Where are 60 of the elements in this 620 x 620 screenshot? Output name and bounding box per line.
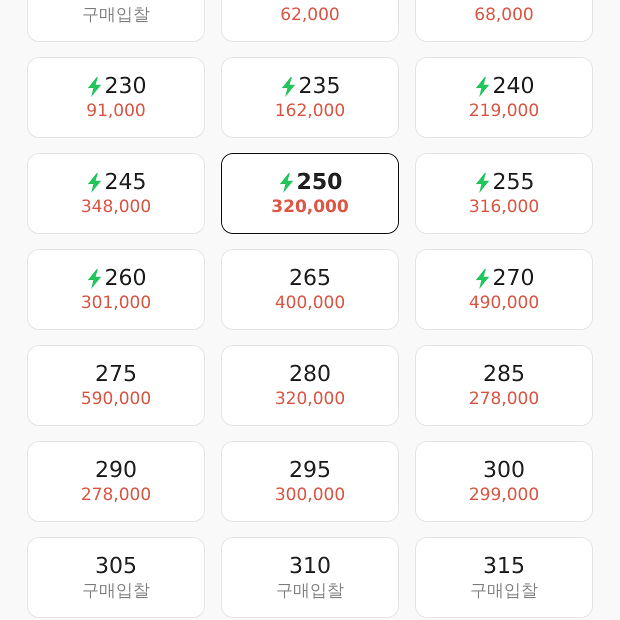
size-option[interactable]: 295 300,000 xyxy=(221,441,399,522)
size-label: 260 xyxy=(104,266,146,292)
size-option[interactable]: 255 316,000 xyxy=(415,153,593,234)
size-label: 245 xyxy=(104,170,146,196)
price-label: 278,000 xyxy=(80,486,152,506)
price-label: 68,000 xyxy=(474,6,534,26)
size-option[interactable]: 280 320,000 xyxy=(221,345,399,426)
size-option[interactable]: 285 278,000 xyxy=(415,345,593,426)
price-label: 348,000 xyxy=(80,198,152,218)
price-label: 301,000 xyxy=(80,294,152,314)
size-option[interactable]: 265 400,000 xyxy=(221,249,399,330)
bid-label: 구매입찰 xyxy=(470,582,538,602)
size-label: 230 xyxy=(104,74,146,100)
size-option[interactable]: 290 278,000 xyxy=(27,441,205,522)
size-option[interactable]: 275 590,000 xyxy=(27,345,205,426)
price-label: 590,000 xyxy=(80,390,152,410)
size-label: 235 xyxy=(298,74,340,100)
size-label: 295 xyxy=(289,458,331,484)
size-label: 300 xyxy=(483,458,525,484)
size-option[interactable]: 260 301,000 xyxy=(27,249,205,330)
size-option[interactable]: 245 348,000 xyxy=(27,153,205,234)
price-label: 320,000 xyxy=(271,198,349,218)
size-option[interactable]: 315 구매입찰 xyxy=(415,537,593,618)
size-label: 280 xyxy=(289,362,331,388)
size-label: 315 xyxy=(483,554,525,580)
price-label: 91,000 xyxy=(86,102,146,122)
size-label: 240 xyxy=(492,74,534,100)
price-label: 162,000 xyxy=(274,102,346,122)
size-option[interactable]: 270 490,000 xyxy=(415,249,593,330)
size-option[interactable]: 구매입찰 xyxy=(27,0,205,42)
size-label: 250 xyxy=(296,170,342,196)
price-label: 300,000 xyxy=(274,486,346,506)
size-option[interactable]: 250 320,000 xyxy=(221,153,399,234)
price-label: 316,000 xyxy=(468,198,540,218)
price-label: 219,000 xyxy=(468,102,540,122)
size-label: 275 xyxy=(95,362,137,388)
size-option[interactable]: 305 구매입찰 xyxy=(27,537,205,618)
size-label: 270 xyxy=(492,266,534,292)
size-label: 305 xyxy=(95,554,137,580)
price-label: 400,000 xyxy=(274,294,346,314)
size-option[interactable]: 235 162,000 xyxy=(221,57,399,138)
size-label: 290 xyxy=(95,458,137,484)
size-option[interactable]: 62,000 xyxy=(221,0,399,42)
bid-label: 구매입찰 xyxy=(276,582,344,602)
price-label: 320,000 xyxy=(274,390,346,410)
size-option[interactable]: 68,000 xyxy=(415,0,593,42)
size-label: 285 xyxy=(483,362,525,388)
size-option[interactable]: 230 91,000 xyxy=(27,57,205,138)
price-label: 490,000 xyxy=(468,294,540,314)
price-label: 299,000 xyxy=(468,486,540,506)
size-label: 265 xyxy=(289,266,331,292)
bid-label: 구매입찰 xyxy=(82,582,150,602)
price-label: 62,000 xyxy=(280,6,340,26)
size-option[interactable]: 310 구매입찰 xyxy=(221,537,399,618)
size-option[interactable]: 240 219,000 xyxy=(415,57,593,138)
size-option[interactable]: 300 299,000 xyxy=(415,441,593,522)
bid-label: 구매입찰 xyxy=(82,6,150,26)
size-label: 310 xyxy=(289,554,331,580)
price-label: 278,000 xyxy=(468,390,540,410)
size-label: 255 xyxy=(492,170,534,196)
